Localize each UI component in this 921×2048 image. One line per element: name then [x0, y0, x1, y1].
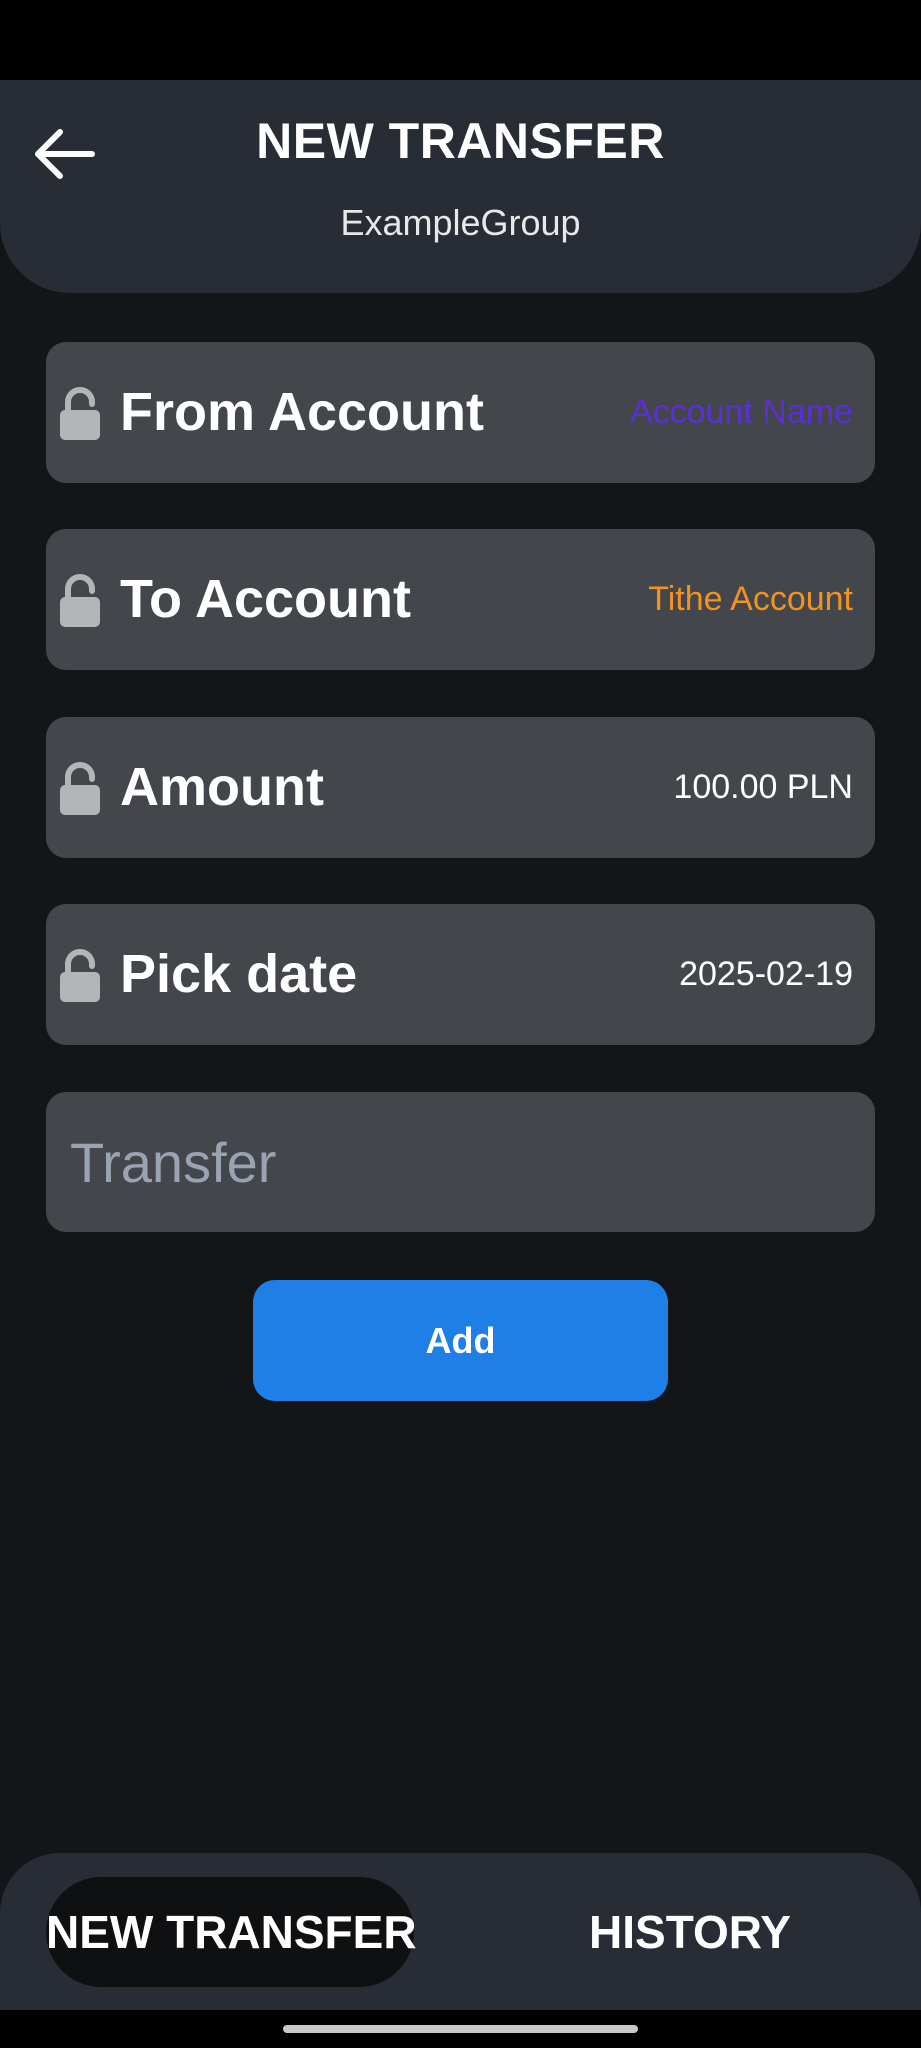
lock-icon: [60, 387, 100, 440]
page-title: NEW TRANSFER: [256, 113, 665, 169]
lock-icon: [60, 762, 100, 815]
from-account-value: Account Name: [630, 393, 853, 431]
to-account-label: To Account: [120, 569, 411, 629]
date-label: Pick date: [120, 944, 358, 1004]
to-account-field[interactable]: To Account Tithe Account: [46, 529, 875, 670]
add-button[interactable]: Add: [253, 1280, 668, 1401]
amount-label: Amount: [120, 757, 324, 817]
amount-field[interactable]: Amount 100.00 PLN: [46, 717, 875, 858]
from-account-label: From Account: [120, 382, 484, 442]
date-field[interactable]: Pick date 2025-02-19: [46, 904, 875, 1045]
tab-new-transfer[interactable]: NEW TRANSFER: [46, 1877, 417, 1987]
lock-icon: [60, 574, 100, 627]
transfer-name-input[interactable]: [46, 1092, 875, 1232]
tab-history[interactable]: HISTORY: [540, 1877, 840, 1987]
to-account-value: Tithe Account: [648, 580, 853, 618]
lock-icon: [60, 949, 100, 1002]
amount-value: 100.00 PLN: [673, 768, 853, 806]
group-name: ExampleGroup: [340, 202, 581, 243]
home-indicator[interactable]: [283, 2025, 638, 2033]
date-value: 2025-02-19: [679, 955, 853, 993]
status-bar: [0, 0, 921, 80]
from-account-field[interactable]: From Account Account Name: [46, 342, 875, 483]
